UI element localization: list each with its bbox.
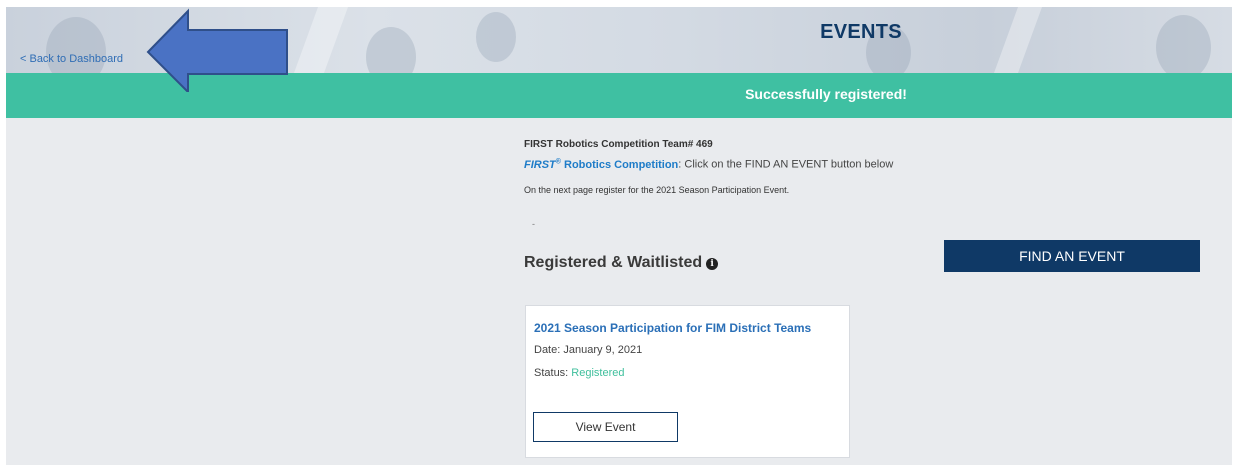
instruction-text: : Click on the FIND AN EVENT button belo… xyxy=(678,158,894,171)
section-heading-text: Registered & Waitlisted xyxy=(524,254,703,271)
event-status: Status: Registered xyxy=(534,367,625,379)
banner-decoration xyxy=(476,12,516,62)
view-event-button[interactable]: View Event xyxy=(533,412,678,442)
banner-decoration xyxy=(293,7,349,73)
page-title: EVENTS xyxy=(820,21,902,43)
status-label: Status: xyxy=(534,367,572,379)
program-name: Robotics Competition xyxy=(560,158,679,171)
program-link[interactable]: FIRST® Robotics Competition xyxy=(524,158,679,171)
status-value: Registered xyxy=(571,367,625,379)
team-label: FIRST Robotics Competition Team# 469 xyxy=(524,139,713,150)
separator-dash: - xyxy=(532,219,535,229)
event-date: Date: January 9, 2021 xyxy=(534,344,642,356)
banner-decoration xyxy=(366,27,416,73)
banner-decoration xyxy=(1156,15,1211,73)
program-instruction: FIRST® Robotics Competition: Click on th… xyxy=(524,158,893,171)
program-brand: FIRST xyxy=(524,158,556,171)
page: < Back to Dashboard EVENTS Successfully … xyxy=(6,7,1232,465)
back-to-dashboard-link[interactable]: < Back to Dashboard xyxy=(20,53,123,65)
event-card: 2021 Season Participation for FIM Distri… xyxy=(525,305,850,458)
event-title-link[interactable]: 2021 Season Participation for FIM Distri… xyxy=(534,321,811,335)
next-step-text: On the next page register for the 2021 S… xyxy=(524,185,790,195)
success-message: Successfully registered! xyxy=(745,86,907,102)
date-value: January 9, 2021 xyxy=(563,344,643,356)
info-icon[interactable]: i xyxy=(706,258,719,270)
left-arrow-icon xyxy=(146,8,288,92)
section-heading: Registered & Waitlisted i xyxy=(524,254,719,272)
find-an-event-button[interactable]: FIND AN EVENT xyxy=(944,240,1200,272)
banner-decoration xyxy=(993,7,1043,73)
date-label: Date: xyxy=(534,344,564,356)
